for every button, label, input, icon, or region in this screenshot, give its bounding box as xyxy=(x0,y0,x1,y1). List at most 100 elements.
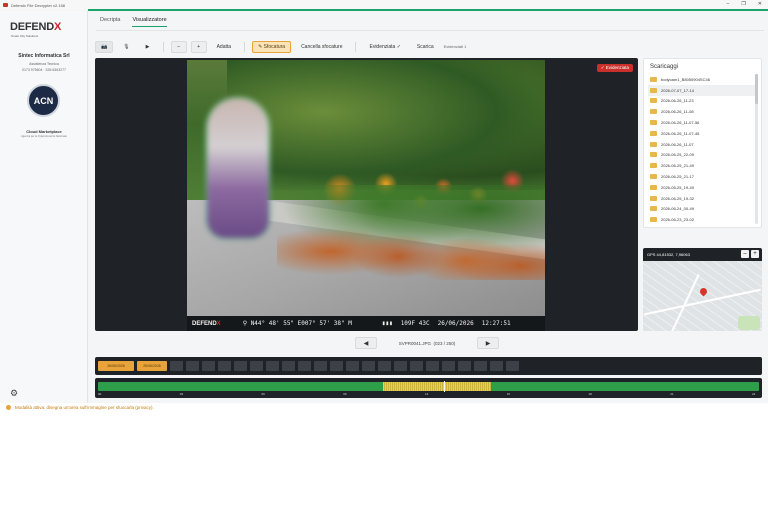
event-segment[interactable] xyxy=(383,382,491,391)
download-button[interactable]: Scarica xyxy=(411,41,440,53)
fit-button[interactable]: Adatta xyxy=(211,41,237,53)
osd-date: 26/06/2026 xyxy=(437,320,474,327)
settings-gear-icon[interactable]: ⚙ xyxy=(10,388,18,399)
hour-label: 24 xyxy=(752,392,756,396)
download-folder-item[interactable]: bodycam1_B8050904SC46 xyxy=(648,74,756,85)
evidence-badge: ✓ Evidenziata xyxy=(596,64,633,72)
downloads-scrollbar[interactable] xyxy=(755,74,758,224)
day-chip-active[interactable]: 26/06/2026 xyxy=(98,361,134,371)
day-chip[interactable] xyxy=(490,361,503,371)
app-icon xyxy=(3,3,8,7)
download-folder-item[interactable]: 2026-06-25_21-17 xyxy=(648,171,756,182)
osd-coordinates: ⚲ N44° 48' 55" E007° 57' 38" M xyxy=(242,320,352,327)
timeline-cursor[interactable] xyxy=(444,381,445,392)
previous-image-button[interactable]: ◀ xyxy=(355,337,377,349)
download-folder-item[interactable]: 2026-06-25_21-49 xyxy=(648,160,756,171)
day-chip[interactable] xyxy=(506,361,519,371)
tab-decripta[interactable]: Decripta xyxy=(100,17,120,27)
download-folder-item[interactable]: 2026-06-26_11-07 xyxy=(648,139,756,150)
folder-label: 2026-06-23_23-02 xyxy=(661,217,694,223)
download-folder-item[interactable]: 2026-06-26_11-08 xyxy=(648,106,756,117)
hour-label: 03 xyxy=(179,392,184,396)
day-chip[interactable] xyxy=(202,361,215,371)
blur-button[interactable]: ✎ Sfocatura xyxy=(252,40,292,53)
day-chip[interactable] xyxy=(170,361,183,371)
osd-temperature: 109F 43C xyxy=(400,320,430,327)
download-folder-item[interactable]: 2026-06-26_11-23 xyxy=(648,96,756,107)
photo-mode-button[interactable]: 📷 xyxy=(95,40,114,53)
camera-osd-bar: DEFENDX ⚲ N44° 48' 55" E007° 57' 38" M ▮… xyxy=(187,316,545,331)
image-navigation: ◀ SVPR0041.JPG (023 / 250) ▶ xyxy=(355,337,499,349)
next-image-button[interactable]: ▶ xyxy=(477,337,499,349)
folder-icon xyxy=(650,76,657,82)
download-folder-item[interactable]: 2026-06-26_11-07-45 xyxy=(648,128,756,139)
day-chip[interactable] xyxy=(410,361,423,371)
day-chip[interactable] xyxy=(282,361,295,371)
tab-visualizzatore[interactable]: Visualizzatore xyxy=(132,17,167,27)
acn-badge-icon: ACN xyxy=(27,84,60,117)
day-chip[interactable] xyxy=(362,361,375,371)
gps-panel: GPS 44,81532, 7,96063 – + xyxy=(643,248,762,331)
evidence-toggle-button[interactable]: Evidenziata ✓ xyxy=(363,41,406,53)
status-message: Modalità attiva: disegna un'area sull'im… xyxy=(6,405,154,410)
zoom-in-button[interactable]: + xyxy=(190,40,207,53)
day-chip[interactable] xyxy=(250,361,263,371)
map-zoom-in-button[interactable]: + xyxy=(751,250,759,258)
download-folder-item[interactable]: 2026-06-23_23-02 xyxy=(648,214,756,225)
day-chip[interactable] xyxy=(474,361,487,371)
hours-track[interactable] xyxy=(98,381,759,392)
zoom-out-button[interactable]: – xyxy=(170,40,187,53)
day-chip[interactable] xyxy=(234,361,247,371)
download-folder-item[interactable]: 2026-07-07_17-14 xyxy=(648,84,756,96)
folder-icon xyxy=(650,120,657,126)
download-folder-item[interactable]: 2026-06-26_11-07-56 xyxy=(648,117,756,128)
day-chip[interactable] xyxy=(186,361,199,371)
download-folder-item[interactable]: 2026-06-25_22-09 xyxy=(648,150,756,161)
day-chip[interactable] xyxy=(346,361,359,371)
map-view[interactable] xyxy=(643,261,762,331)
day-chip[interactable] xyxy=(314,361,327,371)
download-folder-item[interactable]: 2026-06-25_19-32 xyxy=(648,193,756,204)
scrollbar-thumb[interactable] xyxy=(755,74,758,104)
folder-label: 2026-06-26_11-07 xyxy=(661,141,694,147)
clear-blur-button[interactable]: Cancella sfocature xyxy=(295,41,348,53)
folder-label: 2026-06-25_21-49 xyxy=(661,163,694,169)
folder-label: 2026-06-24_00-49 xyxy=(661,206,694,212)
photo-image[interactable] xyxy=(187,60,545,318)
day-timeline: 26/06/2026 25/06/2026 xyxy=(95,357,762,375)
video-mode-button[interactable]: ▶ xyxy=(140,41,156,53)
hour-label: 15 xyxy=(506,392,511,396)
day-chip[interactable] xyxy=(298,361,311,371)
folder-label: 2026-06-25_19-32 xyxy=(661,195,694,201)
osd-time: 12:27:51 xyxy=(481,320,511,327)
blurred-region[interactable] xyxy=(207,98,269,238)
folder-icon xyxy=(650,87,657,93)
downloads-title: Scaricaggi xyxy=(650,64,679,70)
day-chip[interactable] xyxy=(426,361,439,371)
map-zoom-out-button[interactable]: – xyxy=(741,250,749,258)
day-chip-active[interactable]: 25/06/2026 xyxy=(137,361,167,371)
download-folder-item[interactable]: 2026-06-25_19-40 xyxy=(648,182,756,193)
day-chip[interactable] xyxy=(218,361,231,371)
folder-label: 2026-06-26_11-23 xyxy=(661,98,694,104)
folder-icon xyxy=(650,174,657,180)
day-chip[interactable] xyxy=(394,361,407,371)
close-button[interactable]: ✕ xyxy=(758,1,762,7)
day-chip[interactable] xyxy=(330,361,343,371)
day-chip[interactable] xyxy=(458,361,471,371)
hour-label: 12 xyxy=(425,392,429,396)
accent-line xyxy=(88,9,768,11)
hour-label: 06 xyxy=(261,392,265,396)
arrow-right-icon: ▶ xyxy=(485,340,491,347)
toolbar-separator xyxy=(355,41,357,52)
maximize-button[interactable]: ❐ xyxy=(741,1,745,7)
folder-label: 2026-06-25_19-40 xyxy=(661,184,694,190)
day-chip[interactable] xyxy=(266,361,279,371)
day-chip[interactable] xyxy=(442,361,455,371)
download-folder-item[interactable]: 2026-06-24_00-49 xyxy=(648,204,756,215)
audio-video-mode-button[interactable]: 🎙 xyxy=(117,41,135,53)
image-viewer[interactable]: DEFENDX ⚲ N44° 48' 55" E007° 57' 38" M ▮… xyxy=(95,58,638,331)
folder-icon xyxy=(650,109,657,115)
minimize-button[interactable]: – xyxy=(727,1,730,7)
day-chip[interactable] xyxy=(378,361,391,371)
